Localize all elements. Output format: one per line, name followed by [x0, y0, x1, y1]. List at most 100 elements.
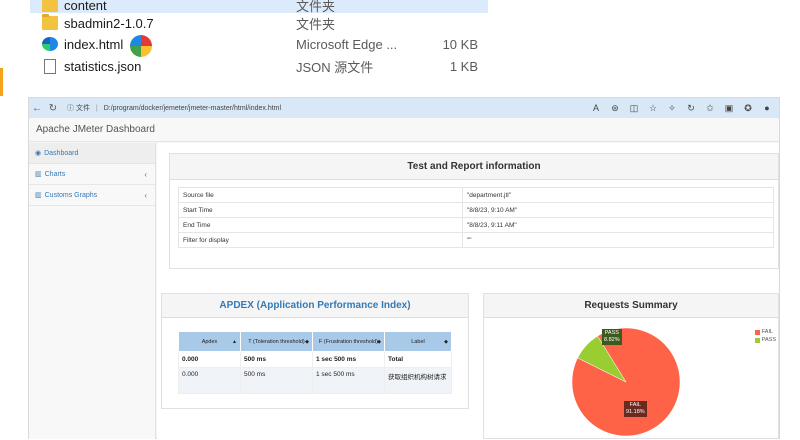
legend-item-fail[interactable]: FAIL: [754, 329, 776, 335]
info-label: End Time: [178, 217, 463, 233]
legend-label: PASS: [761, 337, 776, 343]
sort-icon: ▲: [232, 339, 237, 345]
reader-icon[interactable]: ◫: [628, 103, 640, 114]
file-type: Microsoft Edge ...: [296, 36, 398, 52]
sidebar-item-label: Customs Graphs: [44, 191, 98, 199]
table-row: Filter for display "": [178, 232, 774, 248]
sidebar-item-customs-graphs[interactable]: ▥ Customs Graphs ‹: [29, 185, 155, 206]
app-title: Apache JMeter Dashboard: [29, 118, 779, 142]
explorer-accent-bar: [0, 68, 3, 96]
info-label: Start Time: [178, 202, 463, 218]
main-content: Test and Report information Source file …: [157, 143, 779, 439]
column-header-frustration[interactable]: F (Frustration threshold) ◆: [312, 331, 385, 352]
info-value: "8/8/23, 9:11 AM": [462, 217, 774, 233]
file-name: statistics.json: [64, 58, 142, 74]
info-value: "8/8/23, 9:10 AM": [462, 202, 774, 218]
requests-pie-chart: [571, 327, 681, 437]
legend-swatch: [754, 337, 760, 343]
table-cell: 500 ms: [240, 367, 313, 394]
avatar[interactable]: ●: [761, 103, 773, 114]
collections-icon[interactable]: ▣: [723, 103, 735, 114]
report-info-panel: Test and Report information Source file …: [169, 153, 779, 269]
table-cell: 1 sec 500 ms: [312, 351, 385, 368]
info-icon: ⓘ: [67, 105, 74, 112]
favorites-icon[interactable]: ✩: [704, 103, 716, 114]
panel-title: APDEX (Application Performance Index): [162, 294, 468, 318]
browser-toolbar: A ⊛ ◫ ☆ ✧ ↻ ✩ ▣ ✪ ●: [590, 103, 779, 114]
file-type: 文件夹: [296, 16, 336, 32]
table-cell: 0.000: [178, 351, 241, 368]
table-cell: 获取组织机构树请求: [384, 367, 452, 394]
legend-label: FAIL: [761, 329, 774, 335]
favorite-star-icon[interactable]: ☆: [647, 103, 659, 114]
read-aloud-icon[interactable]: A: [590, 103, 602, 114]
table-cell: Total: [384, 351, 452, 368]
table-row: Source file "department.jtl": [178, 187, 774, 203]
table-cell: 0.000: [178, 367, 241, 394]
url-text: D:/program/docker/jemeter/jmeter-master/…: [103, 105, 282, 112]
table-row: End Time "8/8/23, 9:11 AM": [178, 217, 774, 233]
file-row-index-html[interactable]: index.html Microsoft Edge ... 10 KB: [42, 33, 478, 55]
refresh-icon[interactable]: ↻: [45, 103, 61, 114]
column-header-toleration[interactable]: T (Toleration threshold) ◆: [240, 331, 313, 352]
sort-icon: ◆: [305, 339, 309, 345]
legend-item-pass[interactable]: PASS: [754, 337, 776, 343]
bar-chart-icon: ▥: [35, 192, 42, 199]
table-row: Start Time "8/8/23, 9:10 AM": [178, 202, 774, 218]
column-header-apdex[interactable]: Apdex ▲: [178, 331, 241, 352]
slice-label-name: FAIL: [629, 402, 641, 408]
chevron-left-icon: ‹: [144, 190, 147, 200]
sidebar-item-label: Dashboard: [44, 149, 79, 157]
dashboard-icon: ◉: [35, 150, 42, 157]
chart-legend: FAIL PASS: [754, 329, 776, 345]
refresh-extension-icon[interactable]: ↻: [685, 103, 697, 114]
folder-icon: [42, 0, 58, 12]
slice-label-name: PASS: [604, 330, 619, 336]
file-size: 1 KB: [449, 58, 478, 74]
file-size: 10 KB: [442, 36, 478, 52]
slice-label-value: 91.18%: [626, 409, 645, 415]
table-cell: 500 ms: [240, 351, 313, 368]
address-bar: ← ↻ ⓘ 文件 | D:/program/docker/jemeter/jme…: [29, 98, 779, 118]
back-arrow-icon[interactable]: ←: [29, 103, 45, 114]
slice-label-value: 8.82%: [604, 337, 620, 343]
info-label: Source file: [178, 187, 463, 203]
browser-window: ← ↻ ⓘ 文件 | D:/program/docker/jemeter/jme…: [28, 97, 780, 439]
table-header: Apdex ▲ T (Toleration threshold) ◆ F (Frus…: [178, 331, 452, 352]
app-logo-icon: [130, 35, 152, 57]
profile-icon[interactable]: ✪: [742, 103, 754, 114]
sidebar-item-label: Charts: [44, 170, 66, 178]
file-row-sbadmin[interactable]: sbadmin2-1.0.7 文件夹: [42, 12, 335, 34]
legend-swatch: [754, 329, 760, 335]
url-field[interactable]: ⓘ 文件 | D:/program/docker/jemeter/jmeter-…: [67, 103, 281, 113]
edge-icon: [42, 37, 58, 51]
sidebar-item-charts[interactable]: ▥ Charts ‹: [29, 164, 155, 185]
chevron-left-icon: ‹: [144, 169, 147, 179]
apdex-table: Apdex ▲ T (Toleration threshold) ◆ F (Frus…: [178, 331, 452, 394]
panel-title: Requests Summary: [484, 294, 778, 318]
column-header-label[interactable]: Label ◆: [384, 331, 452, 352]
sidebar-item-dashboard[interactable]: ◉ Dashboard: [29, 143, 155, 164]
file-name: sbadmin2-1.0.7: [64, 15, 154, 31]
bar-chart-icon: ▥: [35, 171, 42, 178]
pass-slice-label: PASS 8.82%: [602, 329, 622, 345]
file-name: content: [64, 0, 107, 13]
sidebar: ◉ Dashboard ▥ Charts ‹ ▥ Customs Graphs …: [29, 143, 156, 439]
requests-summary-panel: Requests Summary FAIL PASS PASS 8.82% FA…: [483, 293, 779, 439]
table-row: 0.000 500 ms 1 sec 500 ms Total: [178, 351, 452, 368]
report-info-table: Source file "department.jtl" Start Time …: [178, 187, 774, 248]
table-cell: 1 sec 500 ms: [312, 367, 385, 394]
file-type: JSON 源文件: [296, 59, 374, 75]
info-label: Filter for display: [178, 232, 463, 248]
translate-icon[interactable]: ⊛: [609, 103, 621, 114]
sort-icon: ◆: [377, 339, 381, 345]
extension-icon[interactable]: ✧: [666, 103, 678, 114]
file-name: index.html: [64, 36, 124, 52]
apdex-panel: APDEX (Application Performance Index) Ap…: [161, 293, 469, 409]
json-file-icon: [44, 58, 56, 74]
info-value: "": [462, 232, 774, 248]
file-row-statistics-json[interactable]: statistics.json JSON 源文件 1 KB: [42, 55, 478, 77]
address-label: 文件: [75, 105, 90, 112]
fail-slice-label: FAIL 91.18%: [624, 401, 647, 417]
info-value: "department.jtl": [462, 187, 774, 203]
